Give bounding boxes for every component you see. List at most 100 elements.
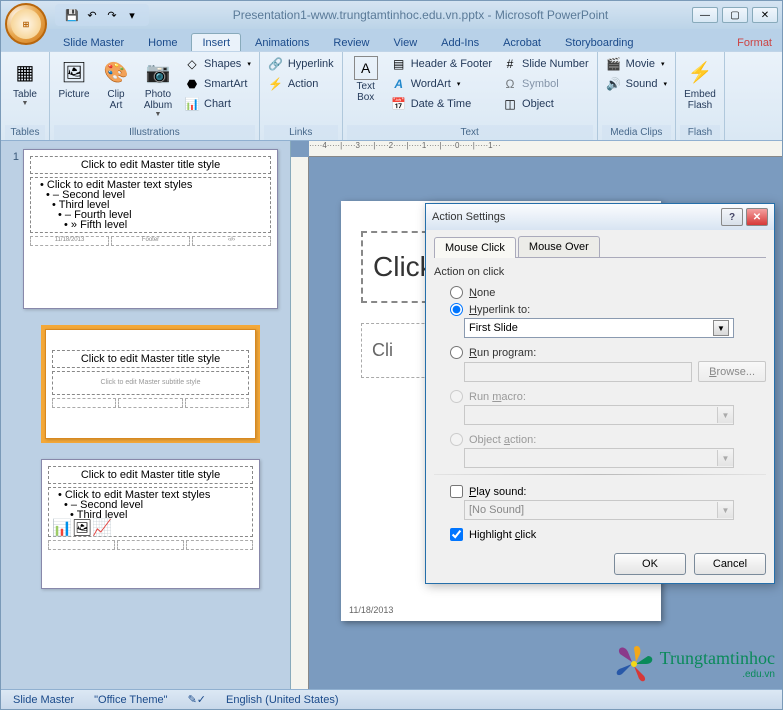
picture-button[interactable]: 🖼 Picture [54,54,94,102]
radio-none[interactable]: None [434,284,766,301]
dropdown-icon[interactable]: ▼ [713,320,729,336]
group-flash-label: Flash [680,125,720,140]
tab-mouse-over[interactable]: Mouse Over [518,236,600,257]
textbox-button[interactable]: A Text Box [347,54,385,105]
chart-icon: 📊 [184,96,200,112]
embed-flash-button[interactable]: ⚡ Embed Flash [680,54,720,113]
tab-acrobat[interactable]: Acrobat [493,34,551,51]
checkbox-play-sound[interactable]: Play sound: [434,483,766,500]
tab-storyboarding[interactable]: Storyboarding [555,34,644,51]
dialog-title: Action Settings [432,211,718,223]
group-links: 🔗Hyperlink ⚡Action Links [260,52,343,140]
tab-view[interactable]: View [384,34,428,51]
layout-thumbnail[interactable]: Click to edit Master title style Click t… [41,459,260,589]
hyperlink-target-value: First Slide [469,322,518,334]
radio-object-action-input [450,433,463,446]
dialog-help-button[interactable]: ? [721,208,743,226]
logo-text: Trungtamtinhoc [660,648,775,669]
thumb-title: Click to edit Master title style [30,156,271,174]
tab-home[interactable]: Home [138,34,187,51]
redo-icon[interactable]: ↷ [103,6,121,24]
titlebar: ⊞ 💾 ↶ ↷ ▾ Presentation1-www.trungtamtinh… [1,1,782,29]
radio-run-macro-input [450,390,463,403]
undo-icon[interactable]: ↶ [83,6,101,24]
tab-format[interactable]: Format [727,34,782,51]
thumb-subtitle: Click to edit Master subtitle style [52,371,249,395]
tab-review[interactable]: Review [323,34,379,51]
tab-insert[interactable]: Insert [191,33,241,51]
radio-hyperlink-input[interactable] [450,303,463,316]
symbol-button[interactable]: ΩSymbol [498,74,593,94]
hyperlink-target-select[interactable]: First Slide ▼ [464,318,734,338]
table-button[interactable]: ▦ Table ▼ [5,54,45,109]
dropdown-icon: ▾ [457,80,461,88]
run-program-row: Browse... [464,361,766,382]
status-language[interactable]: English (United States) [222,694,343,706]
dropdown-icon: ▼ [717,407,733,423]
photo-album-button[interactable]: 📷 Photo Album ▼ [138,54,178,120]
dialog-buttons: OK Cancel [434,553,766,575]
layout-thumbnail-selected[interactable]: Click to edit Master title style Click t… [45,329,256,439]
tab-animations[interactable]: Animations [245,34,319,51]
qat-customize-icon[interactable]: ▾ [123,6,141,24]
minimize-button[interactable]: — [692,7,718,23]
hyperlink-icon: 🔗 [268,56,284,72]
radio-run-program-input[interactable] [450,346,463,359]
slide-date-placeholder[interactable]: 11/18/2013 [349,605,393,615]
master-thumbnail[interactable]: Click to edit Master title style Click t… [23,149,278,309]
dropdown-icon: ▼ [22,100,29,107]
run-macro-select: ▼ [464,405,734,425]
checkbox-highlight-click[interactable]: Highlight click [434,526,766,543]
tab-slide-master[interactable]: Slide Master [53,34,134,51]
wordart-button[interactable]: AWordArt▾ [387,74,496,94]
radio-run-program[interactable]: Run program: [434,344,766,361]
status-bar: Slide Master "Office Theme" ✎✓ English (… [1,689,782,709]
status-theme[interactable]: "Office Theme" [90,694,171,706]
tab-mouse-click[interactable]: Mouse Click [434,237,516,258]
action-button[interactable]: ⚡Action [264,74,338,94]
group-illustrations-label: Illustrations [54,125,255,140]
close-button[interactable]: ✕ [752,7,778,23]
group-tables-label: Tables [5,125,45,140]
tab-addins[interactable]: Add-Ins [431,34,489,51]
dropdown-icon: ▼ [717,450,733,466]
thumb-footer: 11/18/2013 Footer ‹#› [30,236,271,246]
hyperlink-button[interactable]: 🔗Hyperlink [264,54,338,74]
clipart-button[interactable]: 🎨 Clip Art [96,54,136,113]
date-time-button[interactable]: 📅Date & Time [387,94,496,114]
maximize-button[interactable]: ▢ [722,7,748,23]
radio-hyperlink-to[interactable]: Hyperlink to: [434,301,766,318]
dialog-close-button[interactable]: ✕ [746,208,768,226]
group-illustrations: 🖼 Picture 🎨 Clip Art 📷 Photo Album ▼ ◇Sh… [50,52,260,140]
radio-none-input[interactable] [450,286,463,299]
thumb-row: Click to edit Master title style Click t… [5,317,278,451]
smartart-button[interactable]: ⬣SmartArt [180,74,255,94]
sound-icon: 🔊 [606,76,622,92]
spellcheck-icon[interactable]: ✎✓ [184,693,210,706]
separator [434,474,766,475]
browse-button[interactable]: Browse... [698,361,766,382]
movie-button[interactable]: 🎬Movie▾ [602,54,671,74]
save-icon[interactable]: 💾 [63,6,81,24]
office-button[interactable]: ⊞ [5,3,47,45]
slide-number-button[interactable]: #Slide Number [498,54,593,74]
run-program-input [464,362,692,382]
clipart-icon: 🎨 [100,56,132,88]
play-sound-checkbox[interactable] [450,485,463,498]
slide-thumbnails-panel[interactable]: 1 Click to edit Master title style Click… [1,141,291,689]
status-view[interactable]: Slide Master [9,694,78,706]
dialog-titlebar[interactable]: Action Settings ? ✕ [426,204,774,230]
ok-button[interactable]: OK [614,553,686,575]
dialog-body: Mouse Click Mouse Over Action on click N… [426,230,774,583]
cancel-button[interactable]: Cancel [694,553,766,575]
shapes-button[interactable]: ◇Shapes▾ [180,54,255,74]
chart-button[interactable]: 📊Chart [180,94,255,114]
header-footer-button[interactable]: ▤Header & Footer [387,54,496,74]
sound-button[interactable]: 🔊Sound▾ [602,74,671,94]
symbol-icon: Ω [502,76,518,92]
object-button[interactable]: ◫Object [498,94,593,114]
highlight-click-checkbox[interactable] [450,528,463,541]
group-flash: ⚡ Embed Flash Flash [676,52,725,140]
window-title: Presentation1-www.trungtamtinhoc.edu.vn.… [149,8,692,22]
group-media: 🎬Movie▾ 🔊Sound▾ Media Clips [598,52,676,140]
